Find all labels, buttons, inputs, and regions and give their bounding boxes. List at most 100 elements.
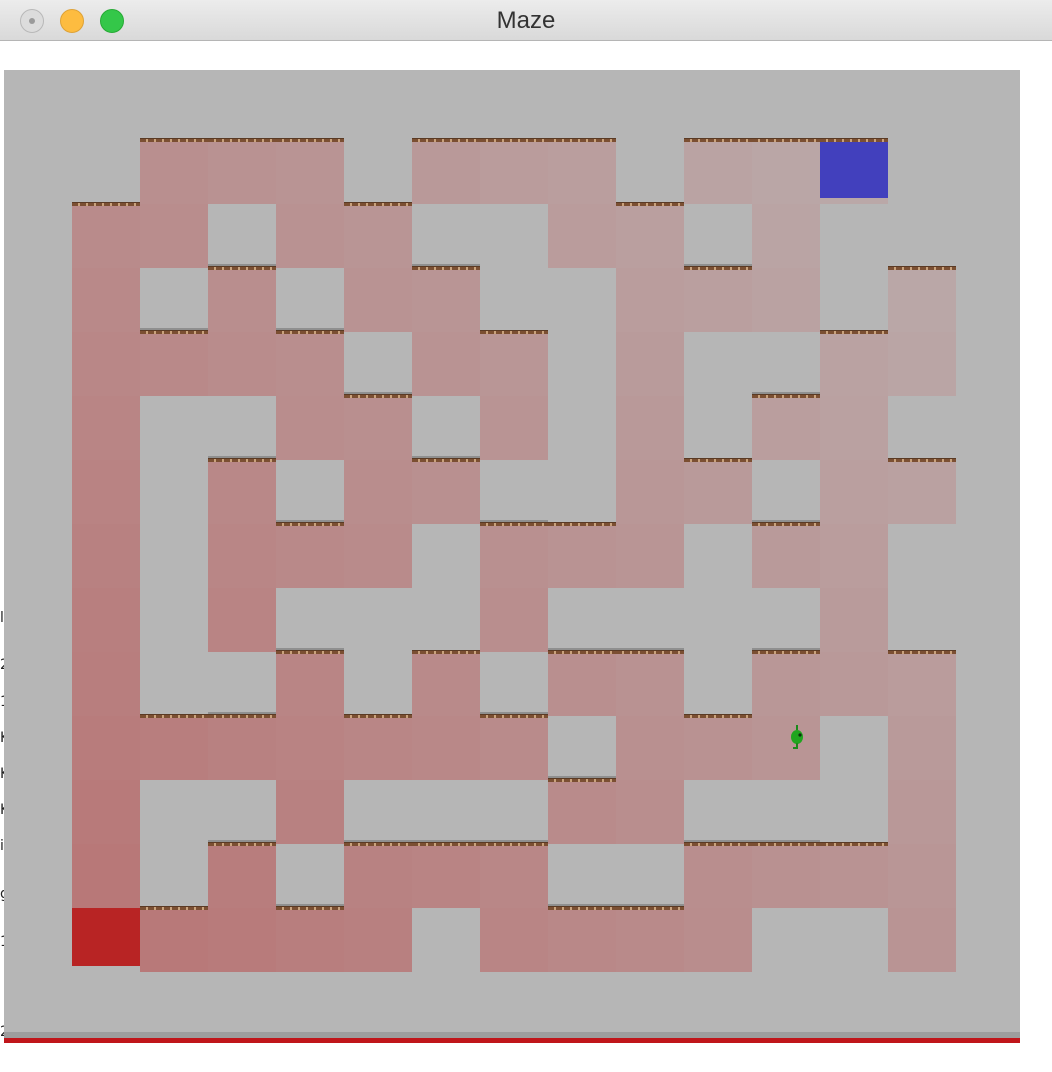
- maze-wall-edge: [684, 714, 752, 718]
- maze-wall-edge: [684, 266, 752, 270]
- maze-wall-edge: [412, 138, 480, 142]
- maze-path-cell: [344, 460, 412, 524]
- maze-wall-edge: [480, 522, 548, 526]
- start-tile: [72, 908, 140, 966]
- maze-path-cell: [276, 780, 344, 844]
- maze-path-cell: [276, 652, 344, 716]
- maze-wall-edge: [276, 650, 344, 654]
- maze-path-cell: [616, 204, 684, 268]
- status-bar-accent: [4, 1038, 1020, 1043]
- maze-wall-edge: [752, 138, 820, 142]
- maze-path-cell: [72, 204, 140, 268]
- maze-path-cell: [820, 524, 888, 588]
- maze-path-cell: [888, 780, 956, 844]
- maze-path-cell: [412, 140, 480, 204]
- maze-path-cell: [548, 908, 616, 972]
- maze-path-cell: [276, 396, 344, 460]
- maze-wall-edge: [684, 842, 752, 846]
- maze-wall-edge: [208, 138, 276, 142]
- maze-wall-edge: [888, 266, 956, 270]
- maze-path-cell: [208, 908, 276, 972]
- maze-path-cell: [820, 332, 888, 396]
- maze-wall-edge: [480, 330, 548, 334]
- maze-wall-edge: [548, 522, 616, 526]
- maze-path-cell: [344, 844, 412, 908]
- maze-path-cell: [72, 716, 140, 780]
- maze-wall-edge: [276, 522, 344, 526]
- maze-path-cell: [616, 332, 684, 396]
- maze-wall-edge: [140, 714, 208, 718]
- maze-wall-edge: [208, 714, 276, 718]
- maze-wall-edge: [752, 522, 820, 526]
- maze-path-cell: [140, 332, 208, 396]
- maze-path-cell: [616, 268, 684, 332]
- maze-path-cell: [276, 716, 344, 780]
- maze-path-cell: [752, 524, 820, 588]
- maze-wall-edge: [208, 266, 276, 270]
- maze-path-cell: [140, 908, 208, 972]
- maze-path-cell: [276, 204, 344, 268]
- maze-wall-edge: [888, 458, 956, 462]
- maze-wall-edge: [616, 202, 684, 206]
- maze-path-cell: [344, 204, 412, 268]
- maze-path-cell: [412, 268, 480, 332]
- maze-path-cell: [820, 652, 888, 716]
- maze-path-cell: [344, 908, 412, 972]
- maze-wall-edge: [412, 650, 480, 654]
- maze-path-cell: [820, 396, 888, 460]
- maze-path-cell: [344, 268, 412, 332]
- maze-path-cell: [72, 588, 140, 652]
- maze-path-cell: [344, 396, 412, 460]
- maze-wall-edge: [140, 906, 208, 910]
- maze-path-cell: [72, 460, 140, 524]
- maze-path-cell: [480, 524, 548, 588]
- window-titlebar: Maze: [0, 0, 1052, 41]
- maze-path-cell: [888, 844, 956, 908]
- maze-path-cell: [208, 524, 276, 588]
- maze-path-cell: [140, 204, 208, 268]
- maze-wall-edge: [480, 714, 548, 718]
- maze-wall-edge: [344, 202, 412, 206]
- maze-path-cell: [208, 588, 276, 652]
- maze-path-cell: [412, 460, 480, 524]
- maze-path-cell: [208, 268, 276, 332]
- maze-path-cell: [480, 844, 548, 908]
- maze-path-cell: [276, 524, 344, 588]
- maze-wall-edge: [548, 778, 616, 782]
- maze-wall-edge: [412, 458, 480, 462]
- maze-path-cell: [888, 652, 956, 716]
- maze-path-cell: [548, 140, 616, 204]
- maze-path-cell: [208, 140, 276, 204]
- maze-path-cell: [888, 908, 956, 972]
- maze-wall-edge: [344, 842, 412, 846]
- maze-path-cell: [72, 652, 140, 716]
- maze-path-cell: [480, 396, 548, 460]
- maze-path-cell: [208, 716, 276, 780]
- maze-wall-edge: [344, 394, 412, 398]
- maze-wall-edge: [208, 458, 276, 462]
- maze-path-cell: [548, 652, 616, 716]
- maze-path-cell: [140, 140, 208, 204]
- maze-path-cell: [752, 652, 820, 716]
- maze-path-cell: [888, 716, 956, 780]
- maze-path-cell: [752, 396, 820, 460]
- maze-wall-edge: [888, 650, 956, 654]
- maze-path-cell: [480, 332, 548, 396]
- maze-path-cell: [616, 460, 684, 524]
- maze-path-cell: [820, 844, 888, 908]
- maze-path-cell: [616, 524, 684, 588]
- maze-path-cell: [752, 268, 820, 332]
- maze-wall-edge: [820, 138, 888, 142]
- maze-path-cell: [616, 716, 684, 780]
- maze-path-cell: [412, 652, 480, 716]
- maze-wall-edge: [548, 138, 616, 142]
- maze-path-cell: [684, 844, 752, 908]
- maze-path-cell: [276, 908, 344, 972]
- maze-path-cell: [684, 460, 752, 524]
- maze-wall-edge: [412, 266, 480, 270]
- maze-board[interactable]: [4, 70, 1020, 1032]
- maze-path-cell: [412, 716, 480, 780]
- window-title: Maze: [496, 7, 556, 34]
- maze-path-cell: [412, 332, 480, 396]
- maze-wall-edge: [480, 842, 548, 846]
